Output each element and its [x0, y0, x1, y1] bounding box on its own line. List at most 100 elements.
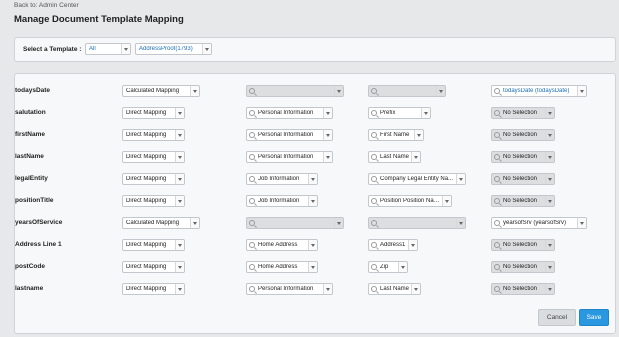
mapping-type-select[interactable]: Calculated Mapping	[122, 217, 200, 229]
mapping-type-select[interactable]: Direct Mapping	[122, 283, 185, 295]
chevron-down-icon	[175, 108, 184, 118]
row-label: legalEntity	[15, 175, 48, 182]
field-select[interactable]: Last Name	[368, 151, 421, 163]
field-select-value: Last Name	[380, 154, 410, 160]
mapping-type-select[interactable]: Direct Mapping	[122, 151, 185, 163]
search-icon	[249, 264, 255, 270]
field-select[interactable]: First Name	[368, 129, 424, 141]
save-button[interactable]: Save	[579, 309, 609, 326]
field-select[interactable]: Zip	[368, 261, 408, 273]
field-select-value: Company Legal Entity Na...	[380, 176, 454, 182]
chevron-down-icon	[190, 86, 199, 96]
field-select[interactable]: Company Legal Entity Na...	[368, 173, 466, 185]
field-select-value: Position Position Name	[380, 198, 442, 204]
field-select-value: Last Name	[380, 286, 410, 292]
search-icon	[494, 242, 500, 248]
row-label: todaysDate	[15, 87, 51, 94]
calculated-field-select-value: No Selection	[503, 264, 538, 270]
mapping-type-select[interactable]: Direct Mapping	[122, 261, 185, 273]
calculated-field-select-value: todaysDate (todaysDate)	[503, 88, 570, 94]
field-select-value: Zip	[380, 264, 389, 270]
field-select[interactable]: Address1	[368, 239, 418, 251]
search-icon	[494, 286, 500, 292]
search-icon	[371, 198, 377, 204]
search-icon	[494, 176, 500, 182]
calculated-field-select: No Selection	[491, 239, 555, 251]
calculated-field-select[interactable]: yearsofSrv (yearsofSrv)	[491, 217, 587, 229]
field-select[interactable]: Prefix	[368, 107, 431, 119]
search-icon	[371, 132, 377, 138]
mapping-type-select-value: Direct Mapping	[126, 176, 167, 182]
search-icon	[494, 264, 500, 270]
search-icon	[249, 220, 255, 226]
entity-select[interactable]: Home Address	[246, 239, 318, 251]
calculated-field-select: No Selection	[491, 195, 555, 207]
row-label: salutation	[15, 109, 46, 116]
field-select[interactable]: Last Name	[368, 283, 421, 295]
chevron-down-icon	[308, 174, 317, 184]
chevron-down-icon	[175, 284, 184, 294]
template-name-select[interactable]: AddressProof(1793)	[135, 43, 212, 55]
entity-select[interactable]: Personal Information	[246, 129, 333, 141]
template-category-value: All	[89, 46, 96, 52]
field-select	[368, 217, 466, 229]
field-select[interactable]: Position Position Name	[368, 195, 452, 207]
calculated-field-select[interactable]: todaysDate (todaysDate)	[491, 85, 587, 97]
mapping-type-select-value: Direct Mapping	[126, 264, 167, 270]
calculated-field-select-value: No Selection	[503, 242, 538, 248]
chevron-down-icon	[334, 218, 343, 228]
calculated-field-select: No Selection	[491, 151, 555, 163]
field-select-value: First Name	[380, 132, 410, 138]
chevron-down-icon	[577, 86, 586, 96]
entity-select-value: Home Address	[258, 264, 298, 270]
entity-select[interactable]: Home Address	[246, 261, 318, 273]
mapping-type-select[interactable]: Calculated Mapping	[122, 85, 200, 97]
mapping-type-select-value: Calculated Mapping	[126, 220, 180, 226]
chevron-down-icon	[323, 152, 332, 162]
chevron-down-icon	[408, 240, 417, 250]
calculated-field-select-value: No Selection	[503, 132, 538, 138]
chevron-down-icon	[175, 196, 184, 206]
calculated-field-select-value: No Selection	[503, 286, 538, 292]
search-icon	[371, 242, 377, 248]
entity-select-value: Personal Information	[258, 110, 314, 116]
row-label: postCode	[15, 263, 45, 270]
entity-select	[246, 217, 344, 229]
entity-select[interactable]: Personal Information	[246, 151, 333, 163]
template-category-select[interactable]: All	[85, 43, 131, 55]
mapping-type-select-value: Direct Mapping	[126, 286, 167, 292]
chevron-down-icon	[442, 196, 451, 206]
entity-select[interactable]: Personal Information	[246, 107, 333, 119]
mapping-type-select[interactable]: Direct Mapping	[122, 195, 185, 207]
mapping-type-select[interactable]: Direct Mapping	[122, 239, 185, 251]
chevron-down-icon	[202, 44, 211, 54]
chevron-down-icon	[175, 262, 184, 272]
calculated-field-select-value: No Selection	[503, 110, 538, 116]
chevron-down-icon	[175, 174, 184, 184]
search-icon	[494, 198, 500, 204]
chevron-down-icon	[323, 284, 332, 294]
cancel-button[interactable]: Cancel	[538, 309, 576, 326]
mapping-type-select[interactable]: Direct Mapping	[122, 173, 185, 185]
entity-select-value: Personal Information	[258, 132, 314, 138]
back-to-admin-center-link[interactable]: Back to: Admin Center	[14, 2, 79, 9]
entity-select-value: Job Information	[258, 198, 300, 204]
chevron-down-icon	[411, 284, 420, 294]
mapping-type-select[interactable]: Direct Mapping	[122, 129, 185, 141]
chevron-down-icon	[545, 152, 554, 162]
search-icon	[249, 198, 255, 204]
mapping-type-select-value: Direct Mapping	[126, 198, 167, 204]
chevron-down-icon	[545, 196, 554, 206]
mapping-type-select-value: Calculated Mapping	[126, 88, 180, 94]
mapping-type-select[interactable]: Direct Mapping	[122, 107, 185, 119]
chevron-down-icon	[545, 174, 554, 184]
entity-select[interactable]: Job Information	[246, 195, 318, 207]
mapping-type-select-value: Direct Mapping	[126, 132, 167, 138]
entity-select[interactable]: Personal Information	[246, 283, 333, 295]
chevron-down-icon	[308, 240, 317, 250]
entity-select[interactable]: Job Information	[246, 173, 318, 185]
chevron-down-icon	[545, 262, 554, 272]
calculated-field-select: No Selection	[491, 107, 555, 119]
chevron-down-icon	[577, 218, 586, 228]
search-icon	[494, 154, 500, 160]
